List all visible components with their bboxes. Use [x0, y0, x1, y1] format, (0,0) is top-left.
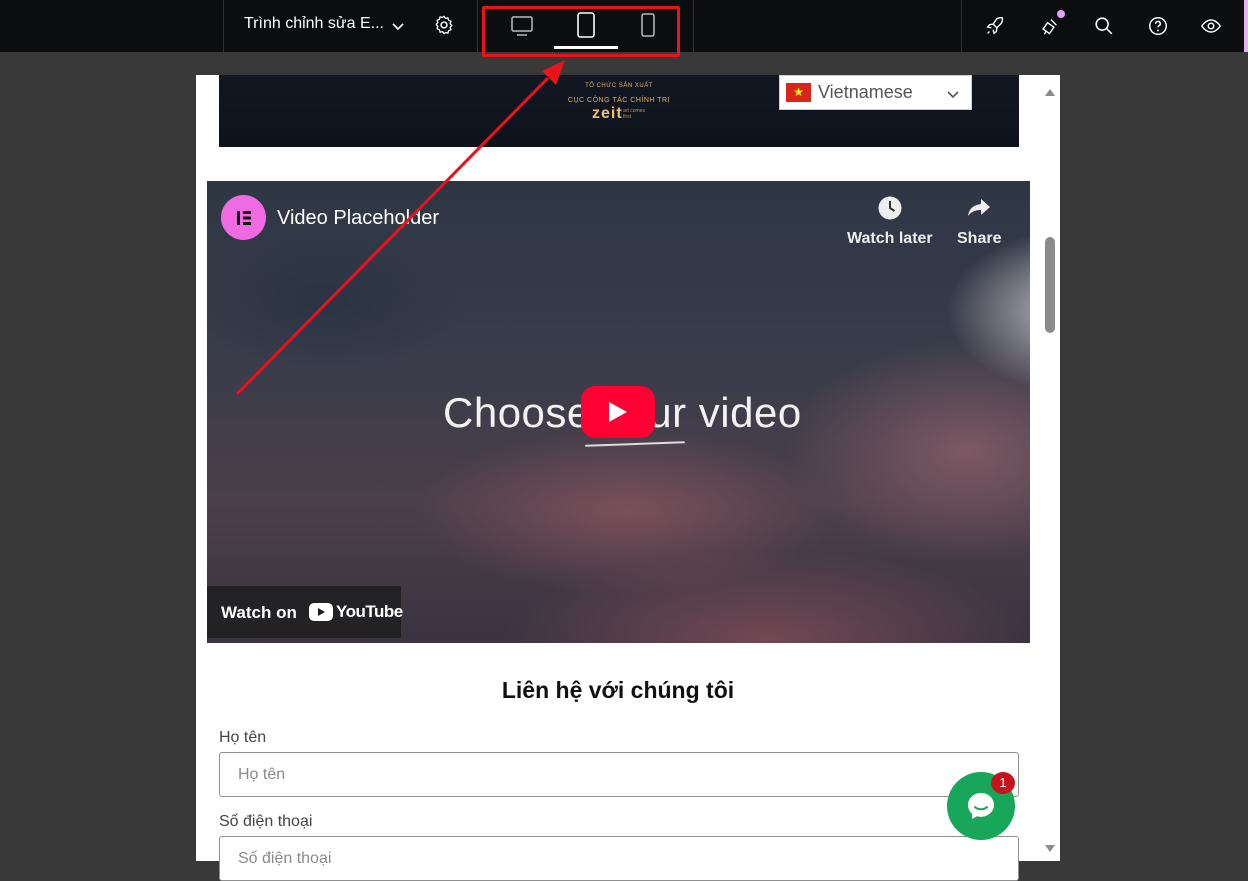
youtube-video-embed[interactable]: Video Placeholder Watch later Share Choo… [207, 181, 1030, 643]
clock-icon [878, 196, 902, 220]
watch-on-youtube-button[interactable]: Watch on YouTube [207, 586, 403, 638]
chevron-down-icon[interactable] [388, 16, 408, 36]
scroll-down-arrow-icon[interactable] [1044, 841, 1056, 859]
preview-eye-icon[interactable] [1198, 13, 1224, 39]
vietnam-flag-icon: ★ [786, 83, 811, 102]
elementor-logo-icon[interactable] [221, 195, 266, 240]
divider [477, 0, 478, 52]
watch-on-label: Watch on [221, 603, 297, 622]
play-button[interactable] [581, 386, 655, 438]
settings-gear-icon[interactable] [432, 13, 456, 37]
phone-input[interactable] [236, 837, 1000, 881]
underline-stroke [584, 441, 686, 447]
panel-edge [1244, 0, 1248, 52]
divider [223, 0, 224, 52]
device-switcher-highlight [482, 6, 680, 57]
name-label: Họ tên [219, 729, 267, 746]
video-title[interactable]: Video Placeholder [277, 207, 439, 230]
youtube-wordmark: YouTube [336, 602, 403, 621]
share-arrow-icon [968, 199, 991, 216]
scrollbar[interactable] [1040, 75, 1060, 861]
share-label: Share [957, 230, 1002, 247]
phone-label: Số điện thoại [219, 813, 313, 830]
name-field[interactable] [219, 752, 1019, 797]
language-switcher[interactable]: ★ Vietnamese [779, 75, 972, 110]
divider [961, 0, 962, 52]
phone-field[interactable] [219, 836, 1019, 881]
search-icon[interactable] [1091, 13, 1117, 39]
logo-tagline: art comes first [623, 108, 645, 120]
watch-later-label: Watch later [847, 230, 933, 247]
share-button[interactable]: Share [957, 195, 1001, 248]
chat-bubble-icon [968, 793, 994, 819]
notification-dot [1057, 10, 1065, 18]
editor-top-bar: Trình chỉnh sửa E... [0, 0, 1248, 57]
help-icon[interactable] [1145, 13, 1171, 39]
play-icon [609, 402, 627, 422]
youtube-logo-icon: YouTube [309, 602, 403, 622]
chat-notification-badge: 1 [991, 772, 1015, 794]
name-input[interactable] [236, 753, 1000, 797]
contact-heading: Liên hệ với chúng tôi [501, 677, 735, 703]
language-label: Vietnamese [818, 82, 913, 102]
scrollbar-thumb[interactable] [1045, 237, 1055, 333]
chevron-down-icon [946, 87, 960, 105]
rocket-icon[interactable] [982, 13, 1008, 39]
watch-later-button[interactable]: Watch later [847, 195, 933, 248]
zeit-logo: zeit [592, 105, 623, 122]
divider [693, 0, 694, 52]
document-title: Trình chỉnh sửa E... [244, 15, 384, 32]
scroll-up-arrow-icon[interactable] [1044, 84, 1056, 102]
document-title-dropdown[interactable]: Trình chỉnh sửa E... [244, 15, 384, 33]
